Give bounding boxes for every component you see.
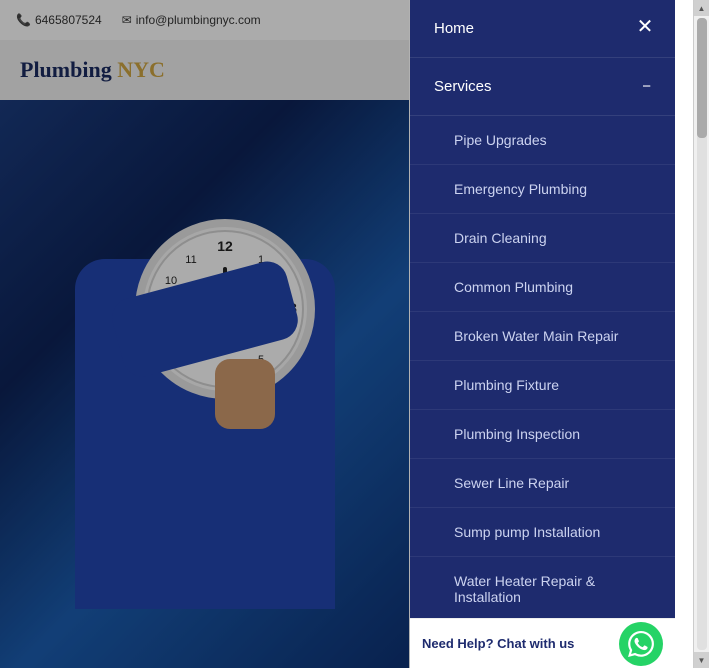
pipe-upgrades-label: Pipe Upgrades [454, 132, 547, 148]
nav-sub-water-heater[interactable]: Water Heater Repair & Installation [410, 557, 675, 622]
chat-prefix: Need Help? [422, 636, 494, 651]
nav-sub-drain-cleaning[interactable]: Drain Cleaning [410, 214, 675, 263]
scrollbar-track[interactable] [697, 18, 707, 650]
scroll-down-button[interactable]: ▼ [694, 652, 709, 668]
close-button[interactable]: ✕ [631, 12, 659, 40]
water-heater-label: Water Heater Repair & Installation [454, 573, 595, 605]
drain-cleaning-label: Drain Cleaning [454, 230, 547, 246]
plumbing-inspection-label: Plumbing Inspection [454, 426, 580, 442]
whatsapp-button[interactable] [619, 622, 663, 666]
chat-cta: Chat with us [497, 636, 574, 651]
nav-sub-common-plumbing[interactable]: Common Plumbing [410, 263, 675, 312]
broken-water-main-label: Broken Water Main Repair [454, 328, 618, 344]
scroll-up-button[interactable]: ▲ [694, 0, 709, 16]
scrollbar: ▲ ▼ [693, 0, 709, 668]
nav-sub-pipe-upgrades[interactable]: Pipe Upgrades [410, 116, 675, 165]
up-arrow-icon: ▲ [698, 4, 706, 13]
nav-sub-broken-water-main[interactable]: Broken Water Main Repair [410, 312, 675, 361]
nav-sub-plumbing-fixture[interactable]: Plumbing Fixture [410, 361, 675, 410]
services-label: Services [434, 78, 492, 95]
chat-text: Need Help? Chat with us [422, 636, 574, 651]
nav-sub-plumbing-inspection[interactable]: Plumbing Inspection [410, 410, 675, 459]
services-toggle-icon: − [642, 78, 651, 95]
nav-sub-sewer-line-repair[interactable]: Sewer Line Repair [410, 459, 675, 508]
sewer-line-repair-label: Sewer Line Repair [454, 475, 569, 491]
nav-services[interactable]: Services − [410, 58, 675, 116]
sump-pump-label: Sump pump Installation [454, 524, 600, 540]
chat-widget[interactable]: Need Help? Chat with us [410, 618, 675, 668]
nav-sub-items: Pipe Upgrades Emergency Plumbing Drain C… [410, 116, 675, 622]
nav-sub-sump-pump[interactable]: Sump pump Installation [410, 508, 675, 557]
close-icon: ✕ [637, 14, 654, 39]
common-plumbing-label: Common Plumbing [454, 279, 573, 295]
plumbing-fixture-label: Plumbing Fixture [454, 377, 559, 393]
nav-panel: ✕ Home Services − Pipe Upgrades Emergenc… [410, 0, 675, 668]
nav-sub-emergency-plumbing[interactable]: Emergency Plumbing [410, 165, 675, 214]
home-label: Home [434, 20, 474, 37]
whatsapp-icon [628, 631, 654, 657]
scrollbar-thumb[interactable] [697, 18, 707, 138]
down-arrow-icon: ▼ [698, 656, 706, 665]
emergency-plumbing-label: Emergency Plumbing [454, 181, 587, 197]
overlay [0, 0, 410, 668]
nav-items: Home Services − Pipe Upgrades Emergency … [410, 0, 675, 622]
